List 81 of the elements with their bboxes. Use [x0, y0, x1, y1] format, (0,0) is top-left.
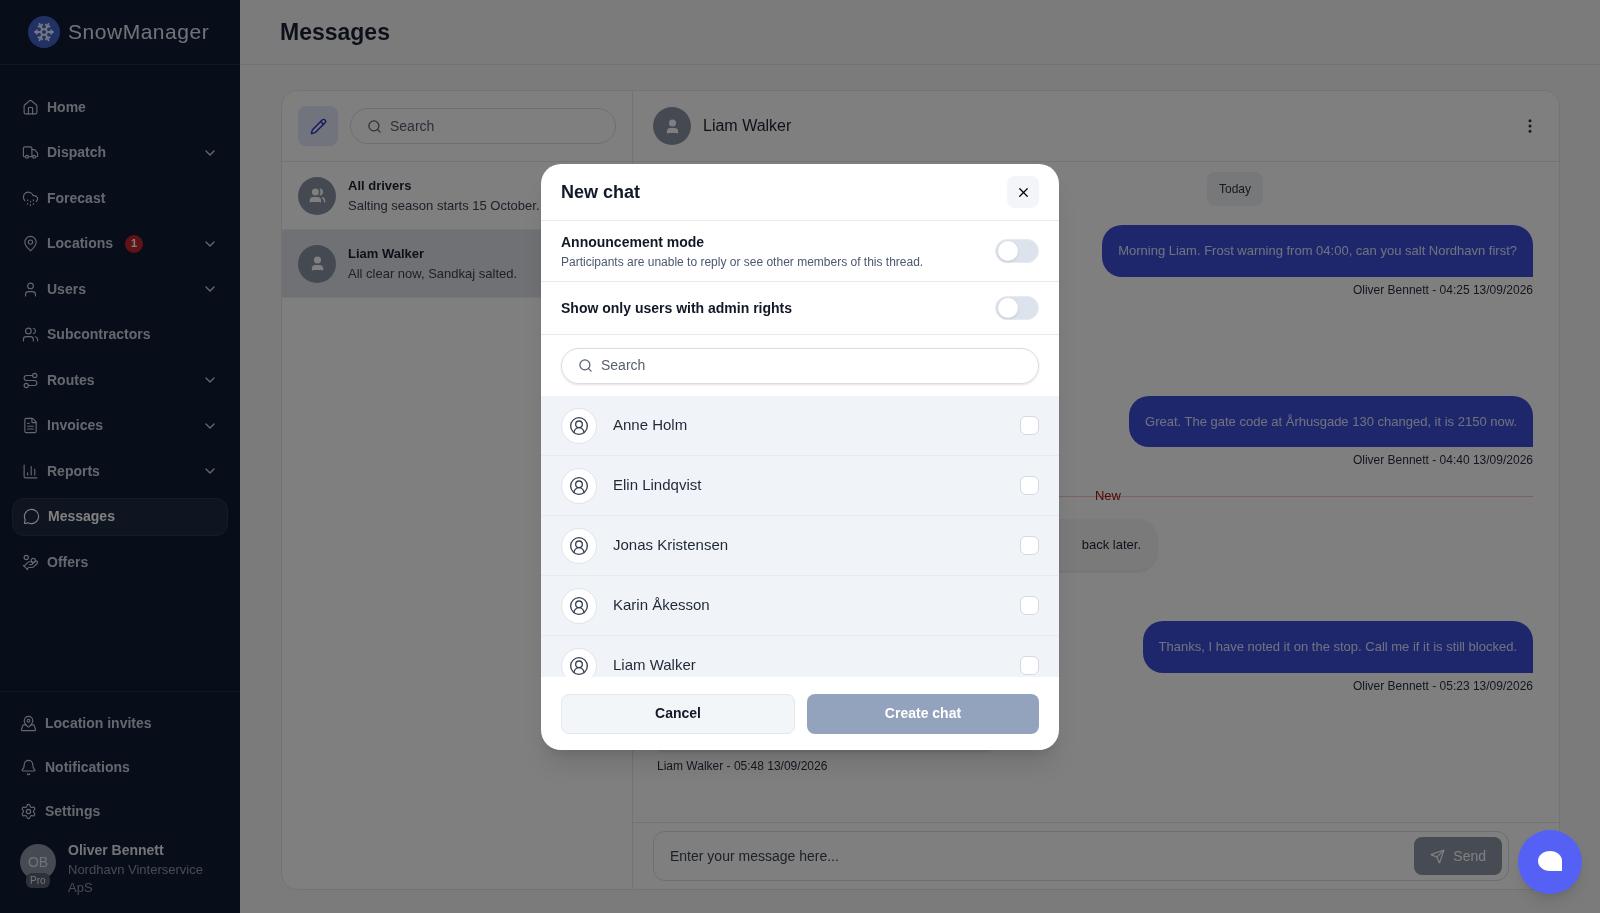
chat-bubble-icon	[23, 508, 40, 525]
nav-item[interactable]: Users	[12, 270, 228, 308]
new-chat-button[interactable]	[298, 106, 338, 146]
nav-item[interactable]: Invoices	[12, 406, 228, 445]
user-avatar-icon	[561, 587, 597, 624]
nav-item[interactable]: Location invites	[20, 710, 220, 736]
message-meta: Liam Walker - 05:48 13/09/2026	[657, 757, 828, 775]
cancel-button[interactable]: Cancel	[561, 693, 795, 734]
user-row[interactable]: Anne Holm	[541, 396, 1059, 456]
checkbox[interactable]	[1020, 536, 1039, 555]
checkbox[interactable]	[1020, 656, 1039, 675]
nav-item[interactable]: Dispatch	[12, 133, 228, 172]
map-pin-icon	[22, 235, 39, 252]
toggle-switch[interactable]	[995, 296, 1039, 320]
home-icon	[22, 98, 39, 116]
sent-message: Thanks, I have noted it on the stop. Call me if it is still blocked.	[1142, 621, 1533, 673]
search-icon	[367, 118, 382, 134]
nav-item[interactable]: Reports	[12, 452, 228, 490]
chat-bubble-icon	[1538, 851, 1562, 873]
user-name: Karin Åkesson	[613, 595, 711, 616]
checkbox[interactable]	[1020, 596, 1039, 615]
nav-item[interactable]: Messages	[12, 497, 228, 536]
map-pin-icon	[20, 714, 37, 732]
chat-preview: All clear now, Sandkaj salted.	[348, 264, 518, 283]
users-icon	[22, 326, 39, 343]
hand-icon	[22, 553, 39, 571]
user-row[interactable]: Jonas Kristensen	[541, 516, 1059, 576]
sent-message: Great. The gate code at Århusgade 130 changed, it is 2150 now.	[1129, 395, 1533, 447]
person-avatar-icon	[298, 244, 336, 283]
person-avatar-icon	[653, 107, 691, 145]
nav-item[interactable]: Notifications	[20, 754, 220, 780]
close-button[interactable]	[1007, 176, 1039, 208]
snowflake-logo-icon	[28, 16, 60, 48]
pencil-icon	[309, 117, 327, 135]
cloud-icon	[22, 189, 39, 207]
user-name: Anne Holm	[613, 415, 689, 436]
user-row[interactable]: Karin Åkesson	[541, 576, 1059, 636]
document-icon	[22, 417, 39, 434]
bell-icon	[20, 758, 37, 776]
bar-chart-icon	[22, 462, 39, 480]
nav-item[interactable]: Subcontractors	[12, 315, 228, 354]
chat-preview: Salting season starts 15 October.	[348, 196, 540, 215]
page-title: Messages	[280, 17, 390, 47]
plan-badge: Pro	[26, 873, 50, 888]
company-name: Nordhavn Vinterservice ApS	[68, 861, 204, 897]
nav-item[interactable]: Locations 1	[12, 224, 228, 263]
user-avatar-icon	[561, 467, 597, 504]
user-name: Oliver Bennett	[68, 841, 165, 860]
conversation-title: Liam Walker	[703, 116, 792, 136]
message-meta: Oliver Bennett - 05:23 13/09/2026	[1352, 677, 1533, 695]
user-name: Elin Lindqvist	[613, 475, 703, 496]
app-name: SnowManager	[68, 19, 210, 46]
truck-icon	[22, 144, 39, 161]
message-meta: Oliver Bennett - 04:40 13/09/2026	[1352, 452, 1533, 469]
nav-item[interactable]: Offers	[12, 543, 228, 581]
settings-icon	[20, 802, 37, 820]
user-avatar-icon	[561, 647, 597, 677]
chat-name: All drivers	[348, 177, 413, 195]
checkbox[interactable]	[1020, 476, 1039, 495]
nav-item[interactable]: Routes	[12, 361, 228, 399]
nav-item[interactable]: Settings	[20, 798, 220, 824]
checkbox[interactable]	[1020, 416, 1039, 435]
nav-item[interactable]: Forecast	[12, 179, 228, 217]
count-badge: 1	[125, 234, 144, 253]
search-icon	[578, 358, 593, 373]
nav-item[interactable]: Home	[12, 88, 228, 126]
new-messages-label: New	[1095, 487, 1121, 506]
setting-label: Show only users with admin rights	[561, 298, 794, 318]
send-icon	[1430, 848, 1446, 864]
route-icon	[22, 371, 39, 389]
message-meta: Oliver Bennett - 04:25 13/09/2026	[1352, 281, 1533, 299]
user-avatar-icon	[561, 407, 597, 444]
user-name: Liam Walker	[613, 655, 697, 676]
user-row[interactable]: Elin Lindqvist	[541, 456, 1059, 516]
user-icon	[22, 280, 39, 298]
user-avatar-icon	[561, 527, 597, 564]
date-label: Today	[1207, 172, 1263, 206]
toggle-switch[interactable]	[995, 239, 1039, 263]
chat-name: Liam Walker	[348, 245, 426, 263]
sent-message: Morning Liam. Frost warning from 04:00, can you salt Nordhavn first?	[1102, 225, 1533, 277]
group-avatar-icon	[298, 176, 336, 215]
